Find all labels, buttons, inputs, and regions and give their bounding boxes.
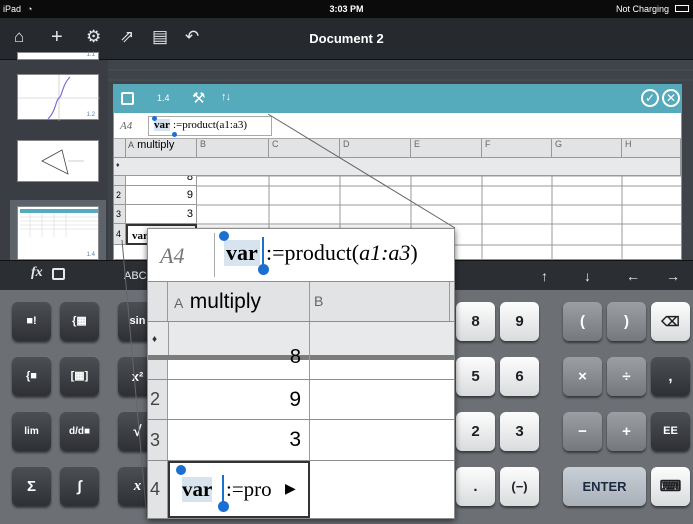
left-paren-key[interactable]: ( (563, 302, 602, 341)
column-header-b[interactable]: B (197, 139, 269, 158)
zoomed-column-b-header[interactable]: B (310, 282, 450, 321)
column-header-a[interactable]: A multiply (126, 139, 197, 158)
zoom-selection-handle-start[interactable] (219, 231, 229, 241)
page-thumbnail-graph[interactable]: 1.2 (17, 74, 100, 121)
multiply-key[interactable]: × (563, 357, 602, 396)
cell-a1[interactable]: 8 (126, 176, 197, 186)
selection-handle-start[interactable] (152, 116, 157, 121)
overflow-arrow-icon: ▶ (285, 480, 296, 496)
row-number: 3 (114, 205, 126, 224)
templates-icon[interactable] (52, 268, 65, 280)
zoomed-column-a-header[interactable]: A multiply (168, 282, 310, 321)
cell-a3[interactable]: 3 (126, 205, 197, 224)
zoomed-formula-variable[interactable]: var (224, 240, 260, 266)
arrow-left-icon[interactable]: ← (626, 268, 640, 284)
cell-a2[interactable]: 9 (126, 186, 197, 205)
tab-functions[interactable]: fx (31, 265, 43, 281)
magnifier-loupe: A4 var :=product(a1:a3) A multiply B ♦ 8… (147, 228, 455, 519)
integral-key[interactable]: ∫ (60, 467, 99, 506)
system-key[interactable]: {■ (12, 357, 51, 396)
formula-variable[interactable]: var (154, 119, 170, 131)
page-number: 1.4 (157, 93, 170, 103)
keyboard-hide-icon[interactable]: ⌨ (651, 467, 690, 506)
sort-icon[interactable]: ↑↓ (221, 91, 231, 103)
column-header-f[interactable]: F (482, 139, 552, 158)
formula-row[interactable]: ♦ (114, 158, 681, 176)
digit-8-key[interactable]: 8 (456, 302, 495, 341)
column-header-e[interactable]: E (411, 139, 482, 158)
digit-3-key[interactable]: 3 (500, 412, 539, 451)
selection-handle-end[interactable] (172, 132, 177, 137)
formula-text[interactable]: :=product(a1:a3) (173, 119, 247, 131)
column-header-c[interactable]: C (269, 139, 340, 158)
zoomed-row-1: 8 (148, 346, 454, 380)
enter-key[interactable]: ENTER (563, 467, 646, 506)
decimal-key[interactable]: . (456, 467, 495, 506)
column-header-h[interactable]: H (622, 139, 681, 158)
column-header-d[interactable]: D (340, 139, 411, 158)
plus-key[interactable]: + (607, 412, 646, 451)
spreadsheet-icon (121, 92, 134, 105)
piecewise-key[interactable]: {▦ (60, 302, 99, 341)
zoomed-row-3: 3 3 (148, 420, 454, 461)
zoom-selection-handle-end[interactable] (258, 264, 269, 275)
document-title: Document 2 (309, 31, 384, 46)
divide-key[interactable]: ÷ (607, 357, 646, 396)
document-toolbar: ⌂ + ⚙ ⇗ ▤ ↶ Document 2 (0, 18, 693, 60)
zoomed-formula-text[interactable]: :=product(a1:a3) (266, 240, 418, 266)
zoomed-row-4: 4 var :=pro ▶ (148, 461, 454, 518)
page-thumbnail[interactable]: 1.1 (17, 52, 99, 60)
battery-status: Not Charging (615, 4, 669, 14)
digit-5-key[interactable]: 5 (456, 357, 495, 396)
right-paren-key[interactable]: ) (607, 302, 646, 341)
formula-bar[interactable]: A4 var :=product(a1:a3) (114, 113, 681, 139)
zoomed-cell-a2[interactable]: 9 (168, 380, 310, 419)
zoomed-column-header-row: A multiply B (148, 282, 454, 322)
page-thumbnail-lists[interactable]: 1.4 (17, 206, 99, 260)
factorial-key[interactable]: ■! (12, 302, 51, 341)
digit-2-key[interactable]: 2 (456, 412, 495, 451)
zoomed-formula-bar[interactable]: A4 var :=product(a1:a3) (148, 229, 454, 282)
cell-reference: A4 (120, 120, 133, 132)
minus-key[interactable]: − (563, 412, 602, 451)
page-thumbnail-geometry[interactable] (17, 140, 99, 182)
comma-key[interactable]: , (651, 357, 690, 396)
limit-key[interactable]: lim (12, 412, 51, 451)
check-icon[interactable]: ✓ (641, 89, 659, 107)
zoomed-cell-a4[interactable]: var :=pro ▶ (168, 461, 310, 518)
close-icon[interactable]: ✕ (662, 89, 680, 107)
digit-9-key[interactable]: 9 (500, 302, 539, 341)
wrench-icon[interactable]: ⚒ (192, 89, 205, 107)
zoomed-row-2: 2 9 (148, 380, 454, 420)
zoomed-cell-a3[interactable]: 3 (168, 420, 310, 460)
arrow-right-icon[interactable]: → (666, 268, 680, 284)
status-bar: iPad ◔ 3:03 PM Not Charging (0, 0, 693, 18)
backspace-key[interactable]: ⌫ (651, 302, 690, 341)
derivative-key[interactable]: d/d■ (60, 412, 99, 451)
tab-abc[interactable]: ABC (124, 270, 147, 282)
zoomed-cell-a1[interactable]: 8 (168, 346, 310, 379)
row-number: 2 (114, 186, 126, 205)
column-header-g[interactable]: G (552, 139, 622, 158)
app-header: 1.4 ⚒ ↑↓ ✓ ✕ (114, 85, 681, 113)
battery-icon (675, 5, 689, 12)
negative-key[interactable]: (−) (500, 467, 539, 506)
arrow-up-icon[interactable]: ↑ (541, 268, 548, 284)
digit-6-key[interactable]: 6 (500, 357, 539, 396)
row-number: 4 (114, 224, 126, 245)
arrow-down-icon[interactable]: ↓ (584, 268, 591, 284)
clock: 3:03 PM (329, 4, 364, 14)
page-sorter: 1.1 1.2 1.4 (0, 52, 108, 260)
matrix-key[interactable]: [▦] (60, 357, 99, 396)
sum-key[interactable]: Σ (12, 467, 51, 506)
ee-key[interactable]: EE (651, 412, 690, 451)
